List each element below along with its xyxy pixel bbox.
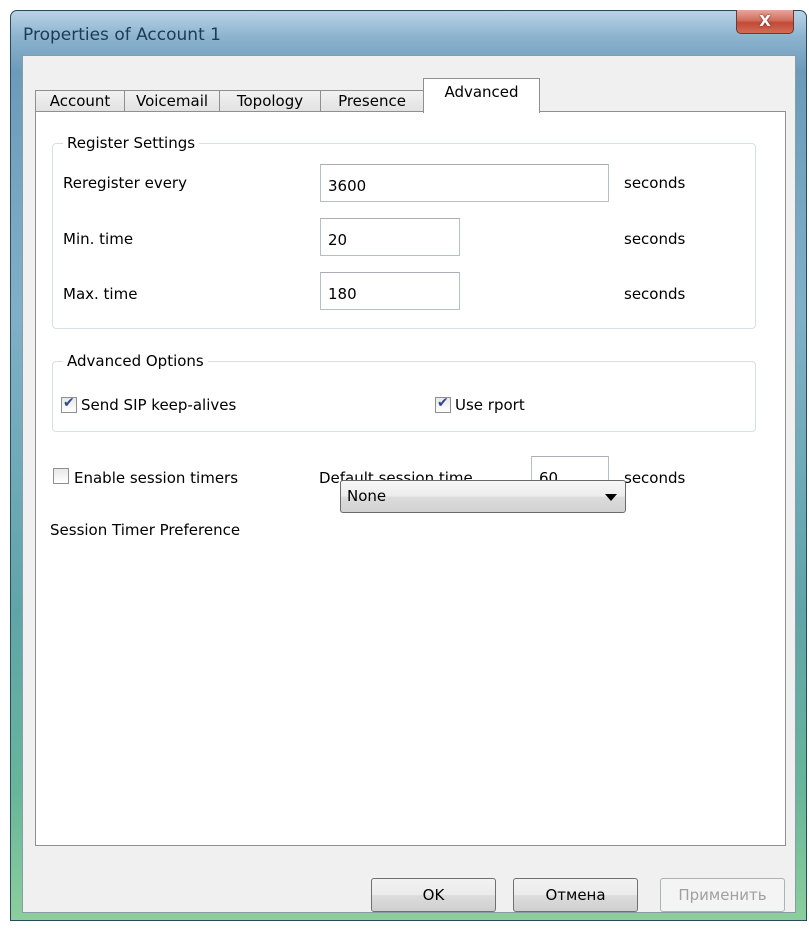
default-session-time-unit: seconds	[624, 469, 686, 487]
cancel-button[interactable]: Отмена	[513, 878, 638, 912]
properties-dialog: Properties of Account 1 X Account Voicem…	[10, 10, 807, 921]
close-icon: X	[759, 12, 771, 30]
reregister-label: Reregister every	[63, 174, 187, 192]
tab-presence[interactable]: Presence	[320, 90, 424, 112]
close-button[interactable]: X	[736, 10, 794, 34]
chevron-down-icon	[605, 494, 617, 501]
tab-voicemail[interactable]: Voicemail	[124, 90, 220, 112]
register-settings-title: Register Settings	[63, 133, 200, 153]
min-time-unit: seconds	[624, 230, 686, 248]
advanced-options-title: Advanced Options	[63, 351, 208, 371]
enable-session-timers-checkbox[interactable]	[53, 468, 69, 484]
max-time-unit: seconds	[624, 285, 686, 303]
use-rport-checkbox[interactable]	[435, 395, 451, 413]
use-rport-label[interactable]: Use rport	[455, 395, 525, 415]
enable-session-timers-label[interactable]: Enable session timers	[74, 468, 238, 488]
min-time-input[interactable]	[320, 218, 460, 256]
session-timer-preference-value: None	[347, 487, 387, 505]
tab-topology[interactable]: Topology	[219, 90, 321, 112]
send-keepalives-checkbox[interactable]	[61, 395, 77, 413]
min-time-label: Min. time	[63, 230, 134, 248]
reregister-input[interactable]	[320, 164, 609, 202]
reregister-unit: seconds	[624, 174, 686, 192]
send-keepalives-label[interactable]: Send SIP keep-alives	[81, 395, 236, 415]
session-timer-preference-label: Session Timer Preference	[50, 521, 241, 539]
tab-advanced[interactable]: Advanced	[423, 78, 540, 113]
window-title: Properties of Account 1	[23, 25, 221, 45]
session-timer-preference-select[interactable]: None	[340, 480, 626, 513]
tab-account[interactable]: Account	[35, 90, 125, 112]
advanced-tab-panel: Register Settings Reregister every secon…	[35, 111, 786, 846]
max-time-input[interactable]	[320, 272, 460, 310]
ok-button[interactable]: OK	[371, 878, 496, 912]
max-time-label: Max. time	[63, 285, 138, 303]
apply-button[interactable]: Применить	[660, 878, 785, 912]
dialog-client-area: Account Voicemail Topology Presence Adva…	[22, 55, 796, 913]
